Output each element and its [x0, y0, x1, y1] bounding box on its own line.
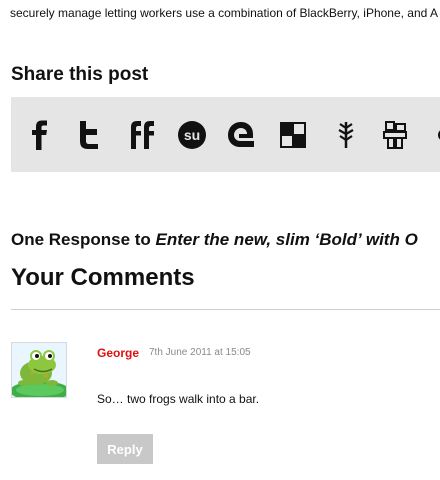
frog-avatar — [11, 342, 67, 398]
diigo-icon[interactable] — [336, 119, 356, 151]
post-intro-text: securely manage letting workers use a co… — [10, 6, 439, 20]
reply-button[interactable]: Reply — [97, 434, 153, 464]
comment-author[interactable]: George — [97, 346, 139, 360]
comment-date[interactable]: 7th June 2011 at 15:05 — [149, 347, 251, 358]
stumbleupon-icon[interactable]: su — [177, 119, 207, 151]
more-icon[interactable] — [435, 119, 440, 151]
share-bar: su — [11, 97, 440, 172]
responses-prefix: One Response to — [11, 230, 156, 249]
friendfeed-icon[interactable] — [128, 119, 156, 151]
responses-post-title: Enter the new, slim ‘Bold’ with O — [155, 230, 418, 249]
google-buzz-icon[interactable] — [226, 119, 256, 151]
twitter-icon[interactable] — [77, 119, 101, 151]
comments-heading: Your Comments — [11, 264, 195, 291]
svg-text:su: su — [184, 127, 200, 143]
netvibes-icon[interactable] — [382, 119, 408, 151]
facebook-icon[interactable] — [31, 119, 49, 151]
delicious-icon[interactable] — [279, 119, 307, 151]
comment-text: So… two frogs walk into a bar. — [97, 392, 260, 406]
responses-heading: One Response to Enter the new, slim ‘Bol… — [11, 230, 440, 250]
share-heading: Share this post — [11, 64, 149, 85]
comments-divider — [11, 309, 440, 310]
